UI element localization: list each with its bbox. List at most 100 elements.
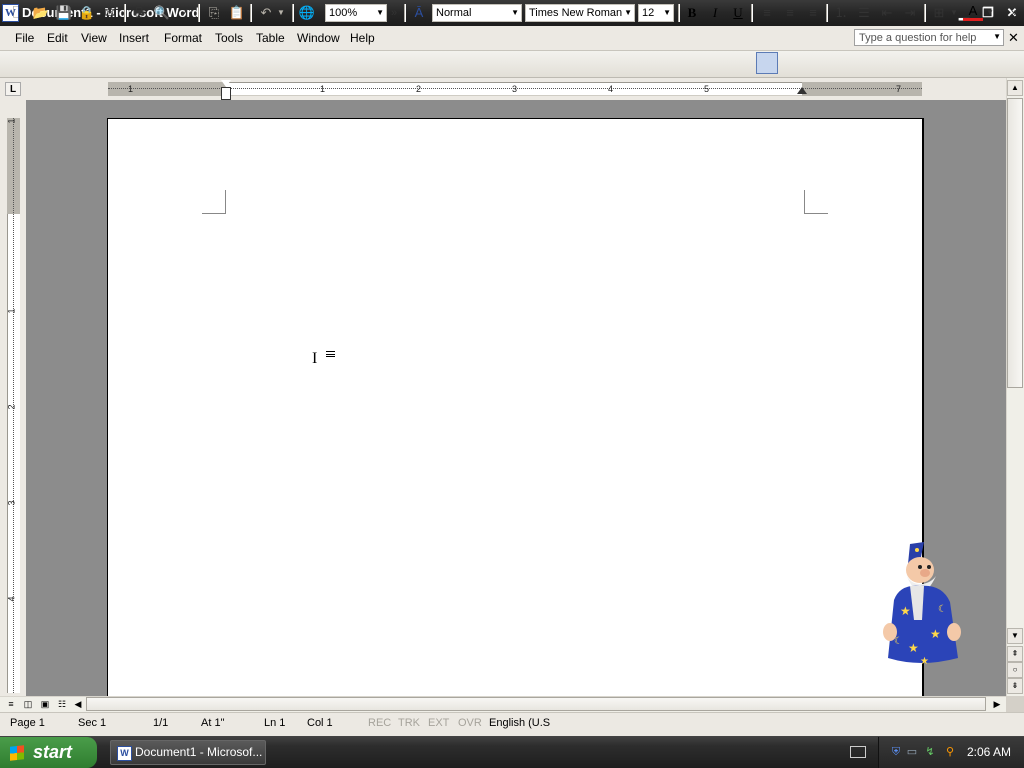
status-language[interactable]: English (U.S <box>489 717 550 729</box>
decrease-indent-icon[interactable]: ⇤ <box>878 4 896 22</box>
first-line-indent-marker[interactable] <box>221 80 231 87</box>
menu-window[interactable]: Window <box>297 31 340 45</box>
chevron-down-icon[interactable]: ▼ <box>949 4 959 22</box>
chevron-down-icon[interactable]: ▼ <box>624 5 632 21</box>
menu-table[interactable]: Table <box>256 31 285 45</box>
menu-edit[interactable]: Edit <box>47 31 68 45</box>
ruler-number: 7 <box>896 84 902 94</box>
underline-button[interactable]: U <box>728 4 748 22</box>
toolbar-separator <box>404 4 406 22</box>
vertical-ruler-number: 2 <box>6 404 17 410</box>
status-page: Page 1 <box>10 717 45 729</box>
menu-format[interactable]: Format <box>164 31 202 45</box>
office-assistant-wizard[interactable]: ★ ★ ★ ☾ ☾ ★ <box>880 540 962 670</box>
scroll-up-button[interactable]: ▲ <box>1007 80 1023 96</box>
status-extend-selection[interactable]: EXT <box>428 717 449 729</box>
vertical-ruler-number: 1 <box>6 118 17 124</box>
menu-tools[interactable]: Tools <box>215 31 243 45</box>
spelling-check-icon[interactable]: ✓ <box>176 4 194 22</box>
display-icon[interactable]: ▭ <box>906 746 918 758</box>
menu-file[interactable]: File <box>15 31 34 45</box>
print-icon[interactable]: 🖶 <box>130 4 148 22</box>
help-question-box[interactable]: Type a question for help ▼ <box>854 29 1004 46</box>
increase-indent-icon[interactable]: ⇥ <box>901 4 919 22</box>
font-size-select[interactable]: 12 ▼ <box>638 4 674 22</box>
align-center-icon[interactable]: ≡ <box>781 4 799 22</box>
start-button[interactable]: start <box>0 737 97 768</box>
vertical-scroll-thumb[interactable] <box>1007 98 1023 388</box>
previous-page-button[interactable]: ⇞ <box>1007 646 1023 662</box>
style-select[interactable]: Normal ▼ <box>432 4 522 22</box>
toolbar-separator <box>751 4 753 22</box>
tab-selector-button[interactable]: L <box>5 82 21 96</box>
undo-icon[interactable]: ↶ <box>257 4 275 22</box>
align-left-button[interactable] <box>756 52 778 74</box>
horizontal-scroll-thumb[interactable] <box>86 697 986 711</box>
styles-formatting-icon[interactable]: Ā <box>410 4 428 22</box>
ruler-number: 2 <box>416 84 422 94</box>
scroll-right-button[interactable]: ▶ <box>989 697 1005 711</box>
scroll-down-button[interactable]: ▼ <box>1007 628 1023 644</box>
font-color-button[interactable]: A <box>963 4 983 21</box>
toolbar-separator <box>826 4 828 22</box>
toolbar-options-more[interactable]: » <box>1008 4 1020 22</box>
select-browse-object-button[interactable]: ○ <box>1007 662 1023 678</box>
status-overtype[interactable]: OVR <box>458 717 482 729</box>
web-layout-view-button[interactable]: ◫ <box>20 697 36 711</box>
scroll-left-button[interactable]: ◀ <box>70 697 86 711</box>
ruler-number: 1 <box>128 84 134 94</box>
network-icon[interactable]: ⛨ <box>890 746 902 758</box>
copy-icon[interactable]: ⎘ <box>205 4 223 22</box>
toolbar-separator <box>198 4 200 22</box>
chevron-down-icon[interactable]: ▼ <box>511 5 519 21</box>
search-icon[interactable]: ⚲ <box>944 746 956 758</box>
print-layout-view-button[interactable]: ▣ <box>37 697 53 711</box>
status-track-changes[interactable]: TRK <box>398 717 420 729</box>
open-folder-icon[interactable]: 📂 <box>32 4 50 22</box>
taskbar-item-word[interactable]: W Document1 - Microsof... <box>110 740 266 765</box>
start-label: start <box>33 742 73 762</box>
menu-help[interactable]: Help <box>350 31 375 45</box>
chevron-down-icon[interactable]: ▼ <box>993 32 1001 41</box>
chevron-down-icon[interactable]: ▼ <box>276 4 286 22</box>
chevron-down-icon[interactable]: ▼ <box>663 5 671 21</box>
align-right-icon[interactable]: ≡ <box>804 4 822 22</box>
document-close-button[interactable]: ✕ <box>1008 30 1019 46</box>
keyboard-icon[interactable] <box>850 746 866 758</box>
paste-icon[interactable]: 📋 <box>228 4 246 22</box>
status-line: Ln 1 <box>264 717 286 729</box>
taskbar-item-label: Document1 - Microsof... <box>135 745 263 759</box>
normal-view-button[interactable]: ≡ <box>3 697 19 711</box>
status-record-macro[interactable]: REC <box>368 717 391 729</box>
italic-button[interactable]: I <box>705 4 725 22</box>
email-icon[interactable]: ✉ <box>101 4 119 22</box>
permission-icon[interactable]: 🔒 <box>78 4 96 22</box>
safely-remove-icon[interactable]: ↯ <box>924 746 936 758</box>
borders-icon[interactable]: ⊞ <box>930 4 948 22</box>
font-select[interactable]: Times New Roman ▼ <box>525 4 635 22</box>
svg-text:☾: ☾ <box>938 604 947 615</box>
menu-view[interactable]: View <box>81 31 107 45</box>
web-globe-icon[interactable]: 🌐 <box>298 4 316 22</box>
print-preview-icon[interactable]: 🔍 <box>153 4 171 22</box>
clock[interactable]: 2:06 AM <box>967 745 1011 759</box>
chevron-down-icon[interactable]: ▼ <box>985 4 995 22</box>
toolbar-options-more[interactable]: » <box>388 4 400 22</box>
left-indent-marker[interactable] <box>221 87 231 100</box>
numbering-icon[interactable]: ⒈ <box>832 4 850 22</box>
ruler-number: 1 <box>320 84 326 94</box>
new-document-icon[interactable]: 🗋 <box>9 4 27 22</box>
document-page[interactable] <box>107 118 924 718</box>
chevron-down-icon[interactable]: ▼ <box>376 5 384 21</box>
bold-button[interactable]: B <box>682 4 702 22</box>
menu-insert[interactable]: Insert <box>119 31 149 45</box>
next-page-button[interactable]: ⇟ <box>1007 678 1023 694</box>
save-icon[interactable]: 💾 <box>55 4 73 22</box>
outline-view-button[interactable]: ☷ <box>54 697 70 711</box>
status-position-at: At 1" <box>201 717 225 729</box>
status-section: Sec 1 <box>78 717 107 729</box>
zoom-select[interactable]: 100% ▼ <box>325 4 387 22</box>
vertical-ruler-number: 4 <box>6 596 17 602</box>
right-indent-marker[interactable] <box>797 87 807 94</box>
bullets-icon[interactable]: ☰ <box>855 4 873 22</box>
